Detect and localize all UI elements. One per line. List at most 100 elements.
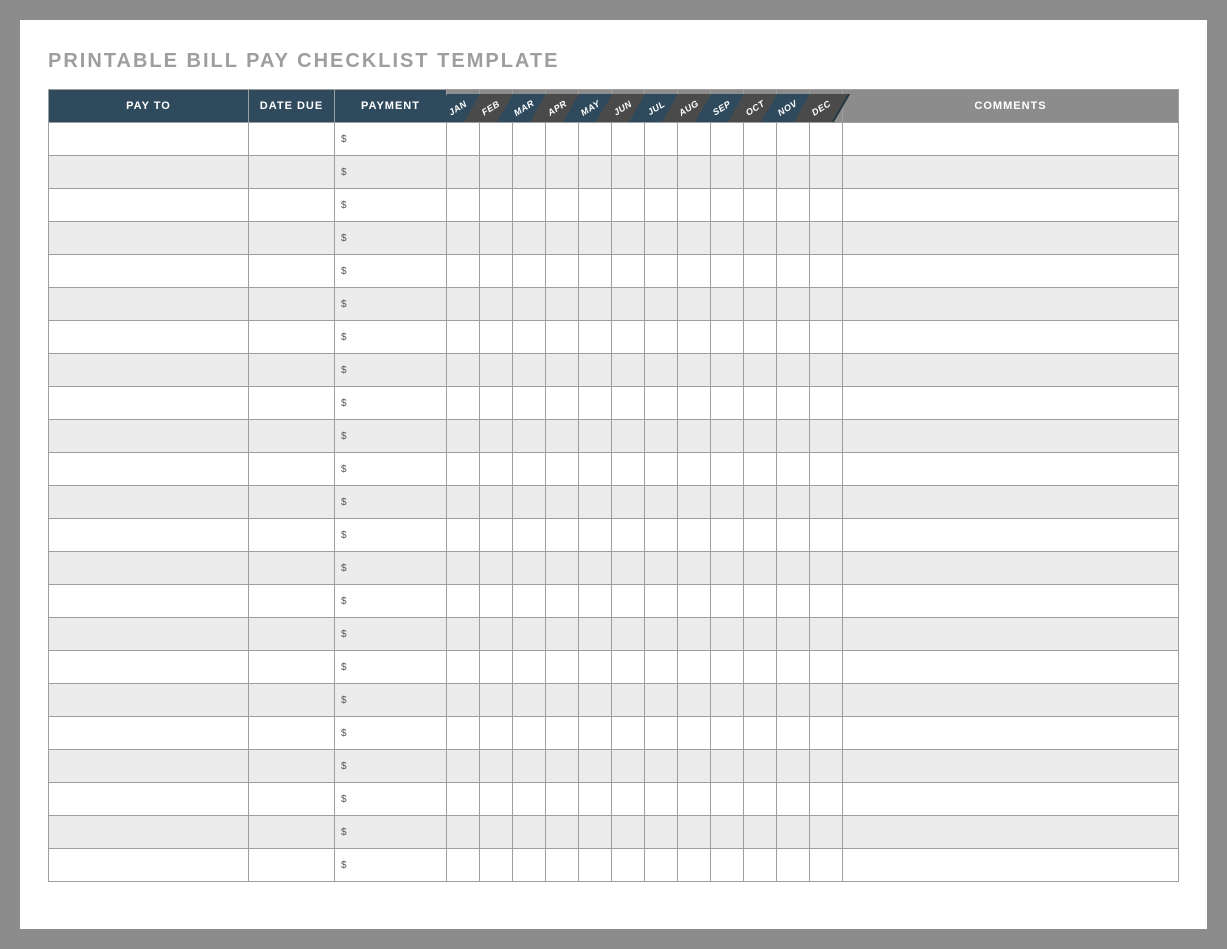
cell-month-check[interactable] xyxy=(612,849,645,882)
cell-month-check[interactable] xyxy=(447,123,480,156)
cell-month-check[interactable] xyxy=(579,486,612,519)
cell-payment[interactable]: $ xyxy=(335,189,447,222)
cell-comments[interactable] xyxy=(843,651,1179,684)
cell-month-check[interactable] xyxy=(711,750,744,783)
cell-month-check[interactable] xyxy=(480,552,513,585)
cell-comments[interactable] xyxy=(843,750,1179,783)
cell-month-check[interactable] xyxy=(678,684,711,717)
cell-month-check[interactable] xyxy=(744,288,777,321)
cell-month-check[interactable] xyxy=(447,156,480,189)
cell-month-check[interactable] xyxy=(447,717,480,750)
cell-month-check[interactable] xyxy=(744,354,777,387)
cell-datedue[interactable] xyxy=(249,288,335,321)
cell-month-check[interactable] xyxy=(711,519,744,552)
cell-month-check[interactable] xyxy=(546,189,579,222)
cell-month-check[interactable] xyxy=(579,387,612,420)
cell-month-check[interactable] xyxy=(678,783,711,816)
cell-month-check[interactable] xyxy=(678,321,711,354)
cell-month-check[interactable] xyxy=(546,486,579,519)
cell-month-check[interactable] xyxy=(645,123,678,156)
cell-month-check[interactable] xyxy=(513,717,546,750)
cell-month-check[interactable] xyxy=(513,783,546,816)
cell-month-check[interactable] xyxy=(777,651,810,684)
cell-month-check[interactable] xyxy=(612,585,645,618)
cell-month-check[interactable] xyxy=(645,750,678,783)
cell-month-check[interactable] xyxy=(612,420,645,453)
cell-month-check[interactable] xyxy=(447,651,480,684)
cell-month-check[interactable] xyxy=(777,783,810,816)
cell-month-check[interactable] xyxy=(513,189,546,222)
cell-payto[interactable] xyxy=(49,189,249,222)
cell-payment[interactable]: $ xyxy=(335,123,447,156)
cell-month-check[interactable] xyxy=(678,486,711,519)
cell-comments[interactable] xyxy=(843,321,1179,354)
cell-comments[interactable] xyxy=(843,453,1179,486)
cell-month-check[interactable] xyxy=(447,387,480,420)
cell-month-check[interactable] xyxy=(513,816,546,849)
cell-month-check[interactable] xyxy=(579,816,612,849)
cell-month-check[interactable] xyxy=(678,849,711,882)
cell-month-check[interactable] xyxy=(777,420,810,453)
cell-payto[interactable] xyxy=(49,387,249,420)
cell-month-check[interactable] xyxy=(645,156,678,189)
cell-month-check[interactable] xyxy=(711,717,744,750)
cell-month-check[interactable] xyxy=(744,420,777,453)
cell-month-check[interactable] xyxy=(678,618,711,651)
cell-month-check[interactable] xyxy=(579,783,612,816)
cell-month-check[interactable] xyxy=(480,684,513,717)
cell-month-check[interactable] xyxy=(645,453,678,486)
cell-month-check[interactable] xyxy=(810,750,843,783)
cell-month-check[interactable] xyxy=(612,288,645,321)
cell-month-check[interactable] xyxy=(744,717,777,750)
cell-comments[interactable] xyxy=(843,189,1179,222)
cell-month-check[interactable] xyxy=(480,288,513,321)
cell-datedue[interactable] xyxy=(249,585,335,618)
cell-month-check[interactable] xyxy=(579,123,612,156)
cell-month-check[interactable] xyxy=(579,354,612,387)
cell-month-check[interactable] xyxy=(480,420,513,453)
cell-month-check[interactable] xyxy=(579,849,612,882)
cell-month-check[interactable] xyxy=(645,189,678,222)
cell-month-check[interactable] xyxy=(711,123,744,156)
cell-month-check[interactable] xyxy=(711,849,744,882)
cell-month-check[interactable] xyxy=(777,255,810,288)
cell-payment[interactable]: $ xyxy=(335,453,447,486)
cell-datedue[interactable] xyxy=(249,321,335,354)
cell-month-check[interactable] xyxy=(777,453,810,486)
cell-month-check[interactable] xyxy=(447,321,480,354)
cell-payto[interactable] xyxy=(49,420,249,453)
cell-month-check[interactable] xyxy=(711,387,744,420)
cell-month-check[interactable] xyxy=(777,717,810,750)
cell-month-check[interactable] xyxy=(810,783,843,816)
cell-month-check[interactable] xyxy=(711,189,744,222)
cell-month-check[interactable] xyxy=(678,552,711,585)
cell-month-check[interactable] xyxy=(744,321,777,354)
cell-month-check[interactable] xyxy=(678,288,711,321)
cell-month-check[interactable] xyxy=(678,156,711,189)
cell-month-check[interactable] xyxy=(645,849,678,882)
cell-month-check[interactable] xyxy=(546,321,579,354)
cell-month-check[interactable] xyxy=(777,354,810,387)
cell-month-check[interactable] xyxy=(777,618,810,651)
cell-comments[interactable] xyxy=(843,816,1179,849)
cell-payment[interactable]: $ xyxy=(335,750,447,783)
cell-month-check[interactable] xyxy=(579,420,612,453)
cell-payment[interactable]: $ xyxy=(335,618,447,651)
cell-month-check[interactable] xyxy=(513,288,546,321)
cell-month-check[interactable] xyxy=(777,750,810,783)
cell-payment[interactable]: $ xyxy=(335,519,447,552)
cell-month-check[interactable] xyxy=(447,288,480,321)
cell-month-check[interactable] xyxy=(810,849,843,882)
cell-month-check[interactable] xyxy=(579,552,612,585)
cell-month-check[interactable] xyxy=(711,783,744,816)
cell-month-check[interactable] xyxy=(711,618,744,651)
cell-month-check[interactable] xyxy=(645,288,678,321)
cell-month-check[interactable] xyxy=(744,816,777,849)
cell-month-check[interactable] xyxy=(612,486,645,519)
cell-month-check[interactable] xyxy=(612,519,645,552)
cell-datedue[interactable] xyxy=(249,222,335,255)
cell-month-check[interactable] xyxy=(579,717,612,750)
cell-month-check[interactable] xyxy=(546,420,579,453)
cell-month-check[interactable] xyxy=(744,585,777,618)
cell-month-check[interactable] xyxy=(810,684,843,717)
